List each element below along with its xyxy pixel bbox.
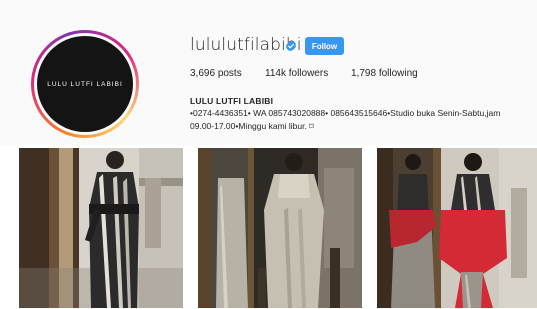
posts-count[interactable]: 3,696 posts <box>190 68 242 79</box>
bio-text-line: •0274-4436351• WA 085743020888• 08564351… <box>190 108 501 118</box>
post-photo-1[interactable] <box>19 148 183 308</box>
post-photo-2[interactable] <box>198 148 362 308</box>
bio-full-name: LULU LUTFI LABIBI <box>190 96 274 106</box>
posts-grid <box>0 148 537 309</box>
bio-text-line: 09.00-17.00•Minggu kami libur. ⌑ <box>190 121 314 131</box>
profile-header: LULU LUTFI LABIBI lululutfilabibi Follow… <box>0 0 537 145</box>
avatar-logo-text: LULU LUTFI LABIBI <box>47 80 123 88</box>
avatar-story-ring[interactable]: LULU LUTFI LABIBI <box>31 30 139 138</box>
avatar: LULU LUTFI LABIBI <box>37 36 133 132</box>
verified-badge-icon <box>286 40 296 52</box>
follow-button[interactable]: Follow <box>305 37 344 55</box>
following-count[interactable]: 1,798 following <box>351 68 418 79</box>
post-photo-3[interactable] <box>377 148 537 308</box>
followers-count[interactable]: 114k followers <box>265 68 328 79</box>
